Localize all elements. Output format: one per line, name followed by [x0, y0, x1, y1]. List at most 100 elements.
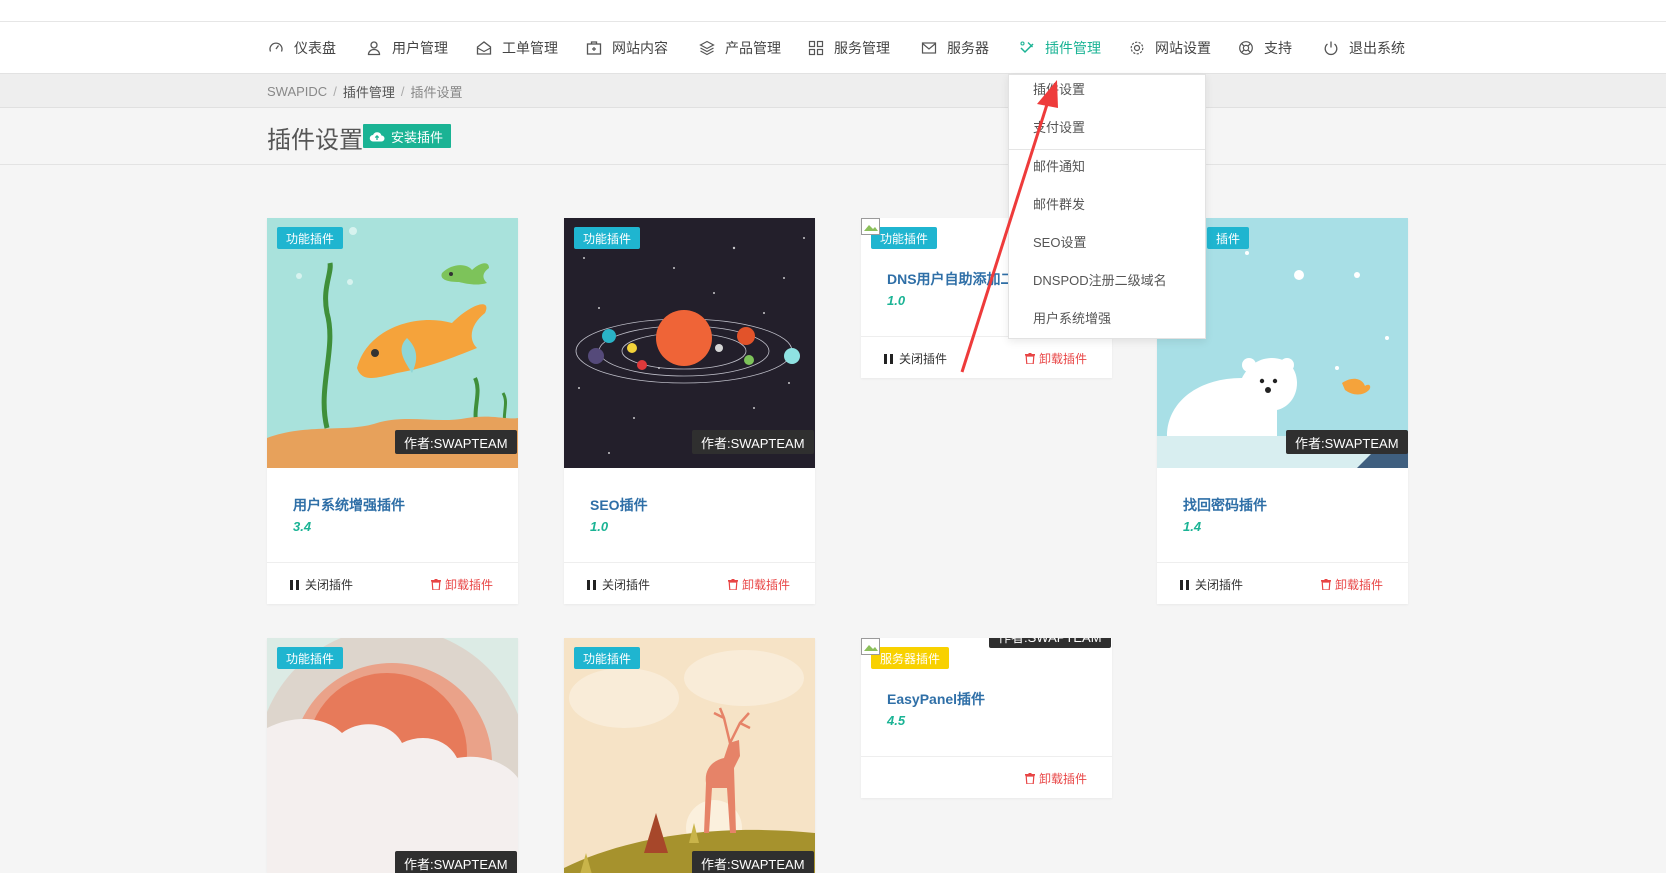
plugin-type-tag: 功能插件: [574, 227, 641, 249]
uninstall-plugin-label: 卸载插件: [1039, 352, 1088, 366]
plugin-card-footer: 关闭插件 卸载插件: [267, 562, 518, 604]
nav-item-plugins[interactable]: 插件管理: [1019, 22, 1101, 74]
nav-item-label: 插件管理: [1045, 40, 1101, 56]
plugin-name[interactable]: 找回密码插件: [1183, 495, 1267, 515]
uninstall-plugin-button[interactable]: 卸载插件: [431, 576, 493, 593]
menu-item-seo-settings[interactable]: SEO设置: [1033, 232, 1086, 251]
nav-item-tickets[interactable]: 工单管理: [476, 22, 558, 74]
menu-item-user-system-enhance[interactable]: 用户系统增强: [1033, 308, 1111, 327]
plugin-version: 1.0: [887, 293, 906, 308]
plugin-name[interactable]: 用户系统增强插件: [293, 495, 405, 515]
install-plugin-button[interactable]: 安装插件: [363, 124, 452, 148]
plugin-card: 功能插件 作者:SWAPTEAM 用户系统增强插件 3.4 关闭插件 卸载插件: [267, 218, 518, 604]
uninstall-plugin-label: 卸载插件: [445, 578, 494, 592]
user-icon: [366, 40, 382, 56]
uninstall-plugin-button[interactable]: 卸载插件: [1025, 350, 1087, 367]
close-plugin-label: 关闭插件: [602, 578, 651, 592]
nav-item-services[interactable]: 服务管理: [808, 22, 890, 74]
plugin-card-footer: 关闭插件 卸载插件: [861, 336, 1112, 378]
menu-item-mass-mail[interactable]: 邮件群发: [1033, 194, 1085, 213]
menu-divider: [1009, 149, 1205, 150]
nav-item-label: 退出系统: [1349, 40, 1405, 56]
breadcrumb-bar: SWAPIDC / 插件管理 / 插件设置: [0, 74, 1666, 108]
plugin-type-tag: 插件: [1207, 227, 1250, 249]
power-icon: [1323, 40, 1339, 56]
breadcrumb-separator: /: [400, 83, 405, 99]
plugin-name[interactable]: EasyPanel插件: [887, 689, 985, 709]
plugins-dropdown-menu: 插件设置 支付设置 邮件通知 邮件群发 SEO设置 DNSPOD注册二级域名 用…: [1008, 74, 1206, 339]
breadcrumb-plugins[interactable]: 插件管理: [343, 82, 395, 101]
nav-item-label: 网站设置: [1155, 40, 1211, 56]
plugin-card: 作者:SWAPTEAM 服务器插件 EasyPanel插件 4.5 卸载插件: [861, 638, 1112, 798]
close-plugin-button[interactable]: 关闭插件: [587, 576, 650, 593]
uninstall-plugin-label: 卸载插件: [1039, 772, 1088, 786]
close-plugin-label: 关闭插件: [305, 578, 354, 592]
content-icon: [586, 40, 602, 56]
menu-item-plugin-settings[interactable]: 插件设置: [1033, 79, 1085, 98]
plugin-card-footer: 关闭插件 卸载插件: [564, 562, 815, 604]
breadcrumb-root[interactable]: SWAPIDC: [267, 84, 327, 99]
nav-item-logout[interactable]: 退出系统: [1323, 22, 1405, 74]
plugin-name[interactable]: SEO插件: [590, 495, 648, 515]
plugin-type-tag: 功能插件: [277, 647, 344, 669]
nav-item-label: 用户管理: [392, 40, 448, 56]
plugin-thumbnail: [267, 638, 518, 873]
top-strip: [0, 0, 1666, 22]
gear-icon: [1129, 40, 1145, 56]
grid-icon: [808, 40, 824, 56]
nav-item-label: 网站内容: [612, 40, 668, 56]
plugin-name[interactable]: DNS用户自助添加二: [887, 269, 1015, 289]
menu-item-dnspod-subdomain[interactable]: DNSPOD注册二级域名: [1033, 270, 1167, 289]
plugin-card-footer: 关闭插件 卸载插件: [1157, 562, 1408, 604]
nav-item-label: 仪表盘: [294, 40, 336, 56]
nav-item-products[interactable]: 产品管理: [699, 22, 781, 74]
sun-cloud-illustration: [267, 638, 518, 873]
deer-illustration: [564, 638, 815, 873]
plugin-version: 3.4: [293, 519, 312, 534]
plugin-author-badge: 作者:SWAPTEAM: [395, 430, 517, 454]
plugin-author-badge: 作者:SWAPTEAM: [692, 430, 814, 454]
nav-item-users[interactable]: 用户管理: [366, 22, 448, 74]
plugin-type-tag: 服务器插件: [871, 647, 950, 669]
trash-icon: [1321, 579, 1331, 590]
nav-item-label: 工单管理: [502, 40, 558, 56]
plugin-author-badge: 作者:SWAPTEAM: [692, 851, 814, 873]
nav-item-label: 产品管理: [725, 40, 781, 56]
uninstall-plugin-button[interactable]: 卸载插件: [728, 576, 790, 593]
uninstall-plugin-button[interactable]: 卸载插件: [1321, 576, 1383, 593]
breadcrumb-current: 插件设置: [410, 84, 463, 100]
plugin-card: 功能插件 作者:SWAPTEAM: [564, 638, 815, 873]
nav-item-dashboard[interactable]: 仪表盘: [268, 22, 336, 74]
title-bar: 插件设置 安装插件: [0, 108, 1666, 165]
broken-image-icon: [861, 638, 880, 655]
layers-icon: [699, 40, 715, 56]
broken-image-icon: [861, 218, 880, 235]
ticket-icon: [476, 40, 492, 56]
lifebuoy-icon: [1238, 40, 1254, 56]
menu-item-mail-notify[interactable]: 邮件通知: [1033, 156, 1085, 175]
close-plugin-button[interactable]: 关闭插件: [1180, 576, 1243, 593]
nav-item-support[interactable]: 支持: [1238, 22, 1292, 74]
main-navbar: 仪表盘 用户管理 工单管理 网站内容 产品管理 服务管理 服务器 插件管理 网站…: [0, 22, 1666, 74]
nav-item-servers[interactable]: 服务器: [921, 22, 989, 74]
nav-item-settings[interactable]: 网站设置: [1129, 22, 1211, 74]
plugin-version: 4.5: [887, 713, 906, 728]
breadcrumb-separator: /: [333, 83, 337, 99]
trash-icon: [1025, 353, 1035, 364]
envelope-icon: [921, 40, 937, 56]
nav-item-content[interactable]: 网站内容: [586, 22, 668, 74]
plugin-version: 1.4: [1183, 519, 1202, 534]
breadcrumb: SWAPIDC / 插件管理 / 插件设置: [267, 74, 462, 108]
menu-item-payment-settings[interactable]: 支付设置: [1033, 117, 1085, 136]
plugin-type-tag: 功能插件: [574, 647, 641, 669]
uninstall-plugin-button[interactable]: 卸载插件: [1025, 770, 1087, 787]
close-plugin-button[interactable]: 关闭插件: [884, 350, 947, 367]
uninstall-plugin-label: 卸载插件: [742, 578, 791, 592]
page-title: 插件设置: [267, 127, 363, 154]
cloud-upload-icon: [369, 132, 385, 142]
pause-icon: [1180, 579, 1190, 590]
plugin-card: 功能插件 作者:SWAPTEAM SEO插件 1.0 关闭插件 卸载插件: [564, 218, 815, 604]
close-plugin-button[interactable]: 关闭插件: [290, 576, 353, 593]
pause-icon: [884, 353, 894, 364]
plugin-icon: [1019, 40, 1035, 56]
